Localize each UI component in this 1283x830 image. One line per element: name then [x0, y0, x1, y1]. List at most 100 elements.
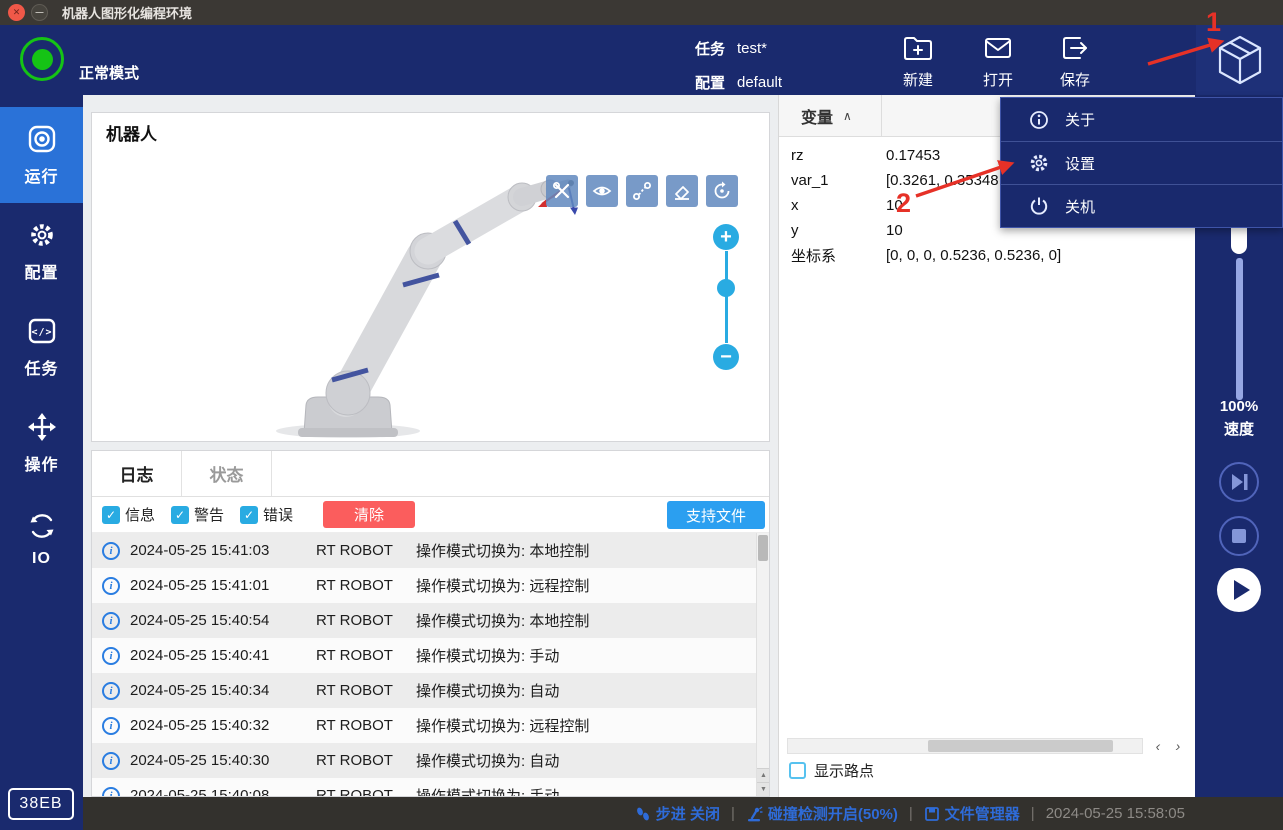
collision-status-label: 碰撞检测开启(50%)	[768, 803, 898, 824]
rotate-icon	[712, 181, 732, 201]
checkbox-checked-icon: ✓	[102, 506, 120, 524]
log-source: RT ROBOT	[316, 682, 416, 699]
step-forward-button[interactable]	[1219, 462, 1259, 502]
sidebar-item-label: 操作	[24, 451, 58, 475]
zoom-in-button[interactable]: +	[713, 224, 739, 250]
log-row[interactable]: i 2024-05-25 15:41:01 RT ROBOT 操作模式切换为: …	[92, 568, 769, 603]
check-glyph: ✓	[244, 508, 254, 522]
info-icon: i	[102, 542, 120, 560]
step-status[interactable]: 步进 关闭	[635, 803, 720, 824]
visibility-button[interactable]	[586, 175, 618, 207]
sidebar-item-io[interactable]: IO	[0, 491, 83, 587]
log-message: 操作模式切换为: 自动	[416, 750, 769, 771]
log-source: RT ROBOT	[316, 542, 416, 559]
play-button[interactable]	[1217, 568, 1261, 612]
horizontal-scrollbar[interactable]	[787, 738, 1143, 754]
filter-info-label: 信息	[125, 504, 155, 525]
zoom-out-button[interactable]: −	[713, 344, 739, 370]
speed-label: 速度	[1195, 418, 1283, 439]
collision-icon	[746, 806, 763, 822]
show-waypoints-label: 显示路点	[814, 760, 874, 781]
mode-indicator-dot	[32, 49, 53, 70]
scroll-up-icon[interactable]: ▲	[757, 768, 769, 782]
log-time: 2024-05-25 15:40:34	[130, 682, 290, 699]
eraser-icon	[672, 181, 692, 201]
menu-item-settings[interactable]: 设置	[1001, 141, 1282, 184]
show-waypoints-checkbox[interactable]: 显示路点	[789, 759, 874, 781]
filter-warning-checkbox[interactable]: ✓ 警告	[171, 504, 224, 525]
save-button[interactable]: 保存	[1048, 34, 1102, 90]
sidebar-item-task[interactable]: </> 任务	[0, 299, 83, 395]
menu-item-about[interactable]: 关于	[1001, 98, 1282, 141]
info-icon	[1029, 110, 1049, 130]
log-row[interactable]: i 2024-05-25 15:40:08 RT ROBOT 操作模式切换为: …	[92, 778, 769, 796]
window-title: 机器人图形化编程环境	[62, 3, 192, 22]
open-button[interactable]: 打开	[971, 34, 1025, 90]
rotate-button[interactable]	[706, 175, 738, 207]
info-icon: i	[102, 717, 120, 735]
sidebar-item-config[interactable]: 配置	[0, 203, 83, 299]
log-time: 2024-05-25 15:41:01	[130, 577, 290, 594]
scroll-left-icon[interactable]: ‹	[1149, 738, 1167, 754]
stop-icon	[1221, 518, 1257, 554]
tab-status[interactable]: 状态	[182, 451, 272, 496]
menu-item-shutdown[interactable]: 关机	[1001, 184, 1282, 227]
file-manager-button[interactable]: 文件管理器	[924, 803, 1020, 824]
log-source: RT ROBOT	[316, 752, 416, 769]
close-icon[interactable]: ✕	[8, 4, 25, 21]
check-glyph: ✓	[106, 508, 116, 522]
step-forward-icon	[1221, 464, 1257, 500]
checkbox-unchecked-icon	[789, 762, 806, 779]
zoom-slider-track[interactable]	[725, 251, 728, 343]
config-label: 配置	[695, 72, 737, 93]
log-row[interactable]: i 2024-05-25 15:40:54 RT ROBOT 操作模式切换为: …	[92, 603, 769, 638]
log-message: 操作模式切换为: 远程控制	[416, 715, 769, 736]
log-time: 2024-05-25 15:40:32	[130, 717, 290, 734]
log-scrollbar-thumb[interactable]	[758, 535, 768, 561]
info-icon: i	[102, 577, 120, 595]
status-divider: |	[1031, 805, 1035, 822]
variable-name: var_1	[779, 172, 886, 189]
filter-error-checkbox[interactable]: ✓ 错误	[240, 504, 293, 525]
log-row[interactable]: i 2024-05-25 15:40:41 RT ROBOT 操作模式切换为: …	[92, 638, 769, 673]
save-button-label: 保存	[1060, 69, 1090, 90]
step-status-label: 步进 关闭	[656, 803, 720, 824]
log-row[interactable]: i 2024-05-25 15:40:34 RT ROBOT 操作模式切换为: …	[92, 673, 769, 708]
zoom-in-glyph: +	[720, 227, 732, 247]
scroll-right-icon[interactable]: ›	[1169, 738, 1187, 754]
log-source: RT ROBOT	[316, 717, 416, 734]
zoom-slider-handle[interactable]	[717, 279, 735, 297]
tools-button[interactable]	[546, 175, 578, 207]
application-window: ✕ — 机器人图形化编程环境 正常模式 任务 test* 配置 default	[0, 0, 1283, 830]
header-bar: 正常模式 任务 test* 配置 default 新建	[0, 25, 1283, 95]
support-files-button[interactable]: 支持文件	[667, 501, 765, 529]
minimize-icon[interactable]: —	[31, 4, 48, 21]
eraser-button[interactable]	[666, 175, 698, 207]
window-titlebar: ✕ — 机器人图形化编程环境	[0, 0, 1283, 25]
trace-button[interactable]	[626, 175, 658, 207]
collision-status[interactable]: 碰撞检测开启(50%)	[746, 803, 898, 824]
sidebar-item-label: 配置	[24, 259, 58, 283]
sidebar-item-run[interactable]: 运行	[0, 107, 83, 203]
robot-panel: 机器人	[91, 112, 770, 442]
log-row[interactable]: i 2024-05-25 15:41:03 RT ROBOT 操作模式切换为: …	[92, 533, 769, 568]
menu-item-label: 关机	[1065, 196, 1095, 217]
log-row[interactable]: i 2024-05-25 15:40:30 RT ROBOT 操作模式切换为: …	[92, 743, 769, 778]
speed-slider-track-bottom[interactable]	[1236, 258, 1243, 400]
new-button[interactable]: 新建	[891, 34, 945, 90]
tools-icon	[552, 181, 572, 201]
app-menu-button[interactable]	[1196, 25, 1283, 95]
menu-item-label: 设置	[1065, 153, 1095, 174]
clear-button[interactable]: 清除	[323, 501, 415, 528]
log-row[interactable]: i 2024-05-25 15:40:32 RT ROBOT 操作模式切换为: …	[92, 708, 769, 743]
scroll-down-icon[interactable]: ▼	[757, 782, 769, 796]
stop-button[interactable]	[1219, 516, 1259, 556]
variable-row[interactable]: 坐标系 [0, 0, 0, 0.5236, 0.5236, 0]	[779, 243, 1195, 268]
sidebar-item-operate[interactable]: 操作	[0, 395, 83, 491]
log-scrollbar[interactable]: ▲ ▼	[756, 533, 769, 796]
tab-log[interactable]: 日志	[92, 451, 182, 496]
horizontal-scrollbar-thumb[interactable]	[928, 740, 1113, 752]
zoom-out-glyph: −	[720, 347, 732, 367]
filter-info-checkbox[interactable]: ✓ 信息	[102, 504, 155, 525]
mode-label: 正常模式	[79, 62, 139, 83]
